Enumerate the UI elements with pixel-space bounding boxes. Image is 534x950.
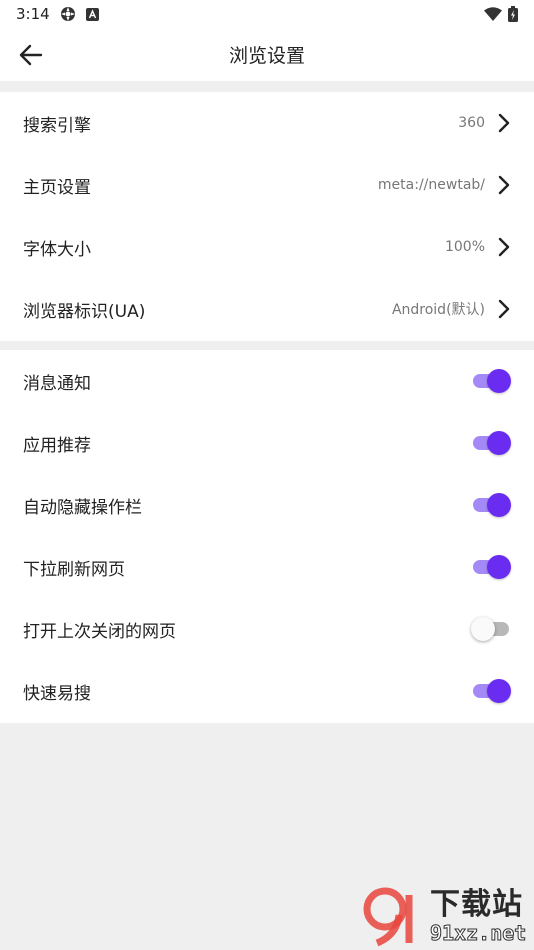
setting-app-recommend: 应用推荐 xyxy=(0,412,534,474)
setting-value: Android(默认) xyxy=(391,302,485,318)
setting-search-engine[interactable]: 搜索引擎 360 xyxy=(0,92,534,154)
setting-value: 360 xyxy=(458,115,485,131)
app-bar: 浏览设置 xyxy=(0,28,534,81)
app-recommend-toggle[interactable] xyxy=(471,431,511,455)
status-time: 3:14 xyxy=(16,5,50,23)
notifications-toggle[interactable] xyxy=(471,369,511,393)
setting-restore-last-pages: 打开上次关闭的网页 xyxy=(0,598,534,660)
setting-label: 消息通知 xyxy=(23,373,91,394)
status-bar: 3:14 xyxy=(0,0,534,28)
settings-group-general: 搜索引擎 360 主页设置 meta://newtab/ 字体大小 100% 浏… xyxy=(0,92,534,341)
setting-label: 自动隐藏操作栏 xyxy=(23,497,142,518)
toggle-thumb xyxy=(487,555,511,579)
setting-label: 下拉刷新网页 xyxy=(23,559,125,580)
toggle-thumb xyxy=(471,617,495,641)
toggle-thumb xyxy=(487,431,511,455)
setting-homepage[interactable]: 主页设置 meta://newtab/ xyxy=(0,154,534,216)
setting-notifications: 消息通知 xyxy=(0,350,534,412)
chevron-right-icon xyxy=(497,113,511,133)
quick-search-toggle[interactable] xyxy=(471,679,511,703)
chevron-right-icon xyxy=(497,299,511,319)
setting-value: meta://newtab/ xyxy=(377,177,485,193)
arrow-left-icon xyxy=(19,44,43,66)
watermark-url: 91xz.net xyxy=(429,921,527,946)
setting-user-agent[interactable]: 浏览器标识(UA) Android(默认) xyxy=(0,278,534,340)
watermark-title: 下载站 xyxy=(430,887,523,922)
setting-label: 快速易搜 xyxy=(23,683,91,704)
page-title: 浏览设置 xyxy=(228,45,305,67)
restore-last-pages-toggle[interactable] xyxy=(471,617,511,641)
setting-label: 主页设置 xyxy=(23,177,91,198)
toggle-thumb xyxy=(487,679,511,703)
battery-icon xyxy=(508,6,518,22)
watermark: 下载站 91xz.net xyxy=(362,886,532,948)
watermark-logo-icon xyxy=(362,886,426,948)
setting-label: 浏览器标识(UA) xyxy=(23,301,146,322)
setting-label: 打开上次关闭的网页 xyxy=(23,621,176,642)
toggle-thumb xyxy=(487,369,511,393)
setting-value: 100% xyxy=(444,239,485,255)
setting-label: 搜索引擎 xyxy=(23,115,91,136)
toggle-thumb xyxy=(487,493,511,517)
setting-auto-hide-toolbar: 自动隐藏操作栏 xyxy=(0,474,534,536)
wifi-icon xyxy=(484,7,502,21)
setting-quick-search: 快速易搜 xyxy=(0,660,534,722)
chevron-right-icon xyxy=(497,175,511,195)
setting-font-size[interactable]: 字体大小 100% xyxy=(0,216,534,278)
setting-label: 字体大小 xyxy=(23,239,91,260)
auto-hide-toolbar-toggle[interactable] xyxy=(471,493,511,517)
chevron-right-icon xyxy=(497,237,511,257)
back-button[interactable] xyxy=(16,40,46,70)
setting-label: 应用推荐 xyxy=(23,435,91,456)
settings-icon xyxy=(60,6,76,22)
settings-group-toggles: 消息通知 应用推荐 自动隐藏操作栏 下拉刷新网页 打开上次关闭的网页 快速易搜 xyxy=(0,350,534,723)
text-app-icon xyxy=(85,7,99,21)
setting-pull-refresh: 下拉刷新网页 xyxy=(0,536,534,598)
pull-refresh-toggle[interactable] xyxy=(471,555,511,579)
